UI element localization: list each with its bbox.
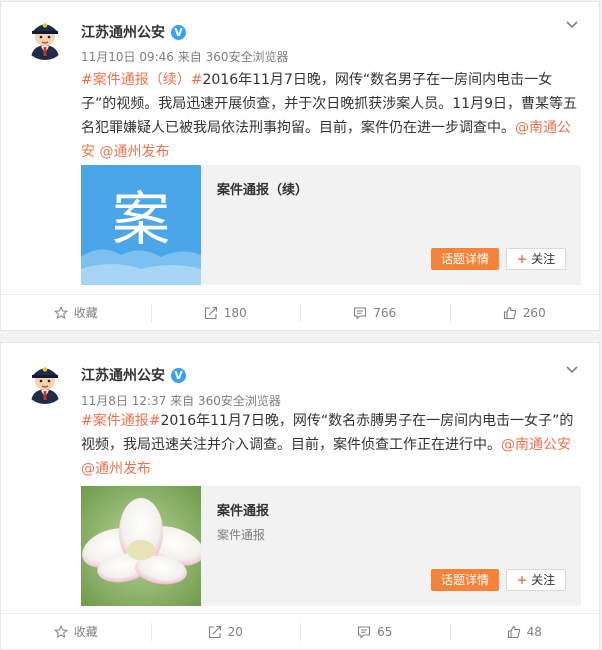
thumbs-up-icon <box>507 625 520 638</box>
verified-icon[interactable]: V <box>171 367 186 383</box>
comment-button[interactable]: 65 <box>300 614 450 649</box>
like-button[interactable]: 260 <box>449 295 600 330</box>
repost-count: 180 <box>223 305 247 320</box>
topic-detail-button[interactable]: 话题详情 <box>431 248 500 270</box>
favorite-label: 收藏 <box>73 306 98 320</box>
author-row: 江苏通州公安 V <box>81 22 186 42</box>
star-icon <box>53 624 68 638</box>
thumbs-up-icon <box>503 306 516 319</box>
star-icon <box>53 305 68 319</box>
chevron-down-icon[interactable] <box>565 18 579 32</box>
chevron-down-icon[interactable] <box>565 363 579 377</box>
topic-card[interactable]: 案 案件通报（续） 话题详情 + 关注 <box>81 165 581 285</box>
topic-thumbnail[interactable]: 案 <box>81 165 201 285</box>
repost-count: 20 <box>227 624 243 639</box>
like-count: 260 <box>522 305 546 320</box>
post-meta[interactable]: 11月10日 09:46 来自 360安全浏览器 <box>81 48 288 65</box>
follow-label: 关注 <box>531 252 556 266</box>
weibo-post-2: 江苏通州公安 V 11月8日 12:37 来自 360安全浏览器 #案件通报#2… <box>0 342 600 650</box>
hashtag-link[interactable]: #案件通报（续）# <box>81 72 202 88</box>
repost-button[interactable]: 180 <box>150 295 301 330</box>
action-bar: 收藏 180 766 260 <box>1 294 599 330</box>
topic-card[interactable]: 案件通报 案件通报 话题详情 + 关注 <box>81 486 581 606</box>
like-count: 48 <box>526 624 542 639</box>
hashtag-link[interactable]: #案件通报# <box>81 413 160 429</box>
mention-link[interactable]: @南通公安 <box>501 437 571 453</box>
comment-icon <box>358 625 371 639</box>
mention-link[interactable]: @通州发布 <box>81 461 151 477</box>
like-button[interactable]: 48 <box>449 614 600 649</box>
topic-title[interactable]: 案件通报 <box>217 500 269 519</box>
repost-button[interactable]: 20 <box>150 614 301 649</box>
favorite-button[interactable]: 收藏 <box>1 614 151 649</box>
follow-label: 关注 <box>531 573 556 587</box>
favorite-label: 收藏 <box>73 625 98 639</box>
lotus-thumbnail[interactable] <box>81 486 201 606</box>
topic-description: 案件通报 <box>217 528 266 542</box>
verified-icon[interactable]: V <box>171 24 186 40</box>
favorite-button[interactable]: 收藏 <box>1 295 151 330</box>
comment-icon <box>354 306 367 320</box>
follow-button[interactable]: + 关注 <box>506 248 567 270</box>
thumbnail-glyph: 案 <box>112 185 170 253</box>
mention-link[interactable]: @通州发布 <box>99 144 169 160</box>
author-row: 江苏通州公安 V <box>81 365 186 385</box>
repost-icon <box>204 306 217 319</box>
topic-detail-button[interactable]: 话题详情 <box>431 569 500 591</box>
police-avatar[interactable] <box>23 360 67 404</box>
topic-title[interactable]: 案件通报（续） <box>217 179 308 198</box>
action-bar: 收藏 20 65 48 <box>1 613 599 649</box>
police-avatar[interactable] <box>23 16 67 60</box>
post-body: #案件通报（续）#2016年11月7日晚，网传“数名男子在一房间内电击一女子”的… <box>81 68 581 164</box>
comment-count: 65 <box>377 624 393 639</box>
comment-button[interactable]: 766 <box>300 295 450 330</box>
post-body: #案件通报#2016年11月7日晚，网传“数名赤膊男子在一房间内电击一女子”的视… <box>81 409 581 481</box>
weibo-post-1: 江苏通州公安 V 11月10日 09:46 来自 360安全浏览器 #案件通报（… <box>0 1 600 331</box>
post-meta[interactable]: 11月8日 12:37 来自 360安全浏览器 <box>81 392 281 409</box>
follow-button[interactable]: + 关注 <box>506 569 567 591</box>
author-name[interactable]: 江苏通州公安 <box>81 365 165 385</box>
plus-icon: + <box>517 573 528 587</box>
comment-count: 766 <box>373 305 397 320</box>
author-name[interactable]: 江苏通州公安 <box>81 22 165 42</box>
repost-icon <box>208 625 221 638</box>
plus-icon: + <box>517 252 528 266</box>
